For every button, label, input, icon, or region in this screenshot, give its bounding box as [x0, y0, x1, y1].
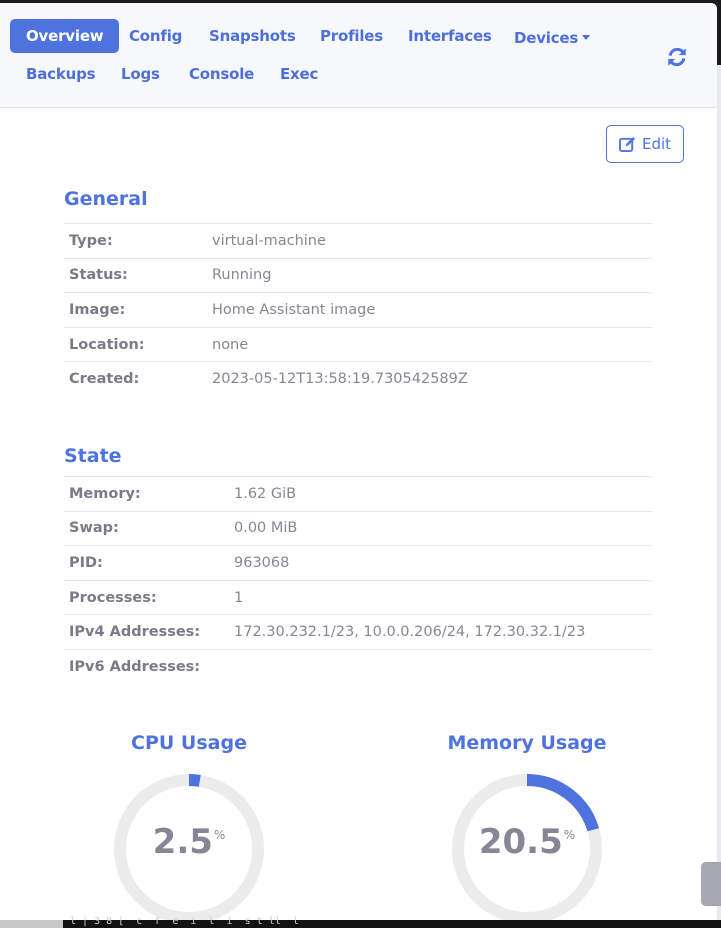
tab-console[interactable]: Console [189, 57, 254, 91]
row-value: none [207, 326, 652, 362]
tab-config[interactable]: Config [129, 19, 182, 53]
cpu-usage-value: 2.5% [112, 822, 266, 862]
tab-overview[interactable]: Overview [10, 19, 120, 53]
tab-profiles[interactable]: Profiles [320, 19, 383, 53]
table-row: IPv4 Addresses: 172.30.232.1/23, 10.0.0.2… [64, 614, 652, 650]
row-key: Created: [64, 361, 207, 397]
table-row: Image: Home Assistant image [64, 292, 652, 328]
row-key: Swap: [64, 510, 229, 546]
row-value: Running [207, 257, 652, 293]
table-row: Processes: 1 [64, 579, 652, 615]
caret-down-icon [582, 35, 591, 40]
cpu-gauge-arc [188, 774, 201, 787]
general-table: Type: virtual-machine Status: Running Imag… [64, 223, 652, 397]
table-row: IPv6 Addresses: [64, 648, 652, 685]
table-row: Memory: 1.62 GiB [64, 476, 652, 512]
page-scrollbar-track[interactable] [717, 65, 721, 923]
state-table: Memory: 1.62 GiB Swap: 0.00 MiB PID: 963068… [64, 476, 652, 685]
table-row: Swap: 0.00 MiB [64, 510, 652, 546]
row-value: virtual-machine [207, 223, 652, 259]
scroll-to-top-button[interactable] [701, 862, 721, 906]
edit-button[interactable]: Edit [606, 125, 684, 163]
row-value: 1.62 GiB [229, 476, 652, 512]
memory-value-number: 20.5 [478, 822, 563, 862]
table-row: PID: 963068 [64, 545, 652, 581]
terminal-strip: l | 3 8 [ c f e i l i s t ll l [0, 916, 721, 928]
tab-interfaces[interactable]: Interfaces [408, 19, 492, 53]
row-key: IPv4 Addresses: [64, 614, 229, 650]
edit-icon [618, 136, 635, 152]
table-row: Type: virtual-machine [64, 223, 652, 259]
row-key: Type: [64, 223, 207, 259]
terminal-text: l | 3 8 [ c f e i l i s t ll l [70, 916, 299, 927]
row-key: IPv6 Addresses: [64, 648, 229, 685]
tab-exec[interactable]: Exec [280, 57, 318, 91]
edit-button-label: Edit [641, 135, 672, 153]
table-row: Status: Running [64, 257, 652, 293]
row-key: PID: [64, 545, 229, 581]
row-value: 1 [229, 579, 652, 615]
row-key: Location: [64, 326, 207, 362]
instance-overview-card: Overview Config Snapshots Profiles Inter… [0, 3, 717, 923]
row-key: Memory: [64, 476, 229, 512]
tab-devices-dropdown[interactable]: Devices [514, 21, 591, 55]
row-value [229, 648, 652, 685]
row-key: Image: [64, 292, 207, 328]
row-value: 963068 [229, 545, 652, 581]
memory-usage-title: Memory Usage [447, 732, 607, 754]
row-value: 2023-05-12T13:58:19.730542589Z [207, 361, 652, 397]
memory-value-unit: % [563, 828, 576, 842]
cpu-usage-gauge: 2.5% [112, 772, 266, 923]
terminal-tab[interactable] [0, 920, 63, 928]
row-value: 0.00 MiB [229, 510, 652, 546]
tab-devices-label: Devices [514, 29, 579, 47]
state-section-title: State [64, 445, 122, 467]
nav-header: Overview Config Snapshots Profiles Inter… [0, 3, 717, 108]
tab-snapshots[interactable]: Snapshots [209, 19, 296, 53]
cpu-value-unit: % [213, 828, 226, 842]
row-key: Processes: [64, 579, 229, 615]
row-value: 172.30.232.1/23, 10.0.0.206/24, 172.30.3… [229, 614, 652, 650]
memory-usage-value: 20.5% [450, 822, 604, 862]
table-row: Location: none [64, 326, 652, 362]
tab-logs[interactable]: Logs [121, 57, 160, 91]
table-row: Created: 2023-05-12T13:58:19.730542589Z [64, 361, 652, 397]
cpu-usage-title: CPU Usage [131, 732, 247, 754]
tab-backups[interactable]: Backups [26, 57, 96, 91]
memory-usage-gauge: 20.5% [450, 772, 604, 923]
general-section-title: General [64, 188, 148, 210]
row-key: Status: [64, 257, 207, 293]
cpu-value-number: 2.5 [152, 822, 213, 862]
refresh-icon[interactable] [666, 46, 688, 68]
row-value: Home Assistant image [207, 292, 652, 328]
